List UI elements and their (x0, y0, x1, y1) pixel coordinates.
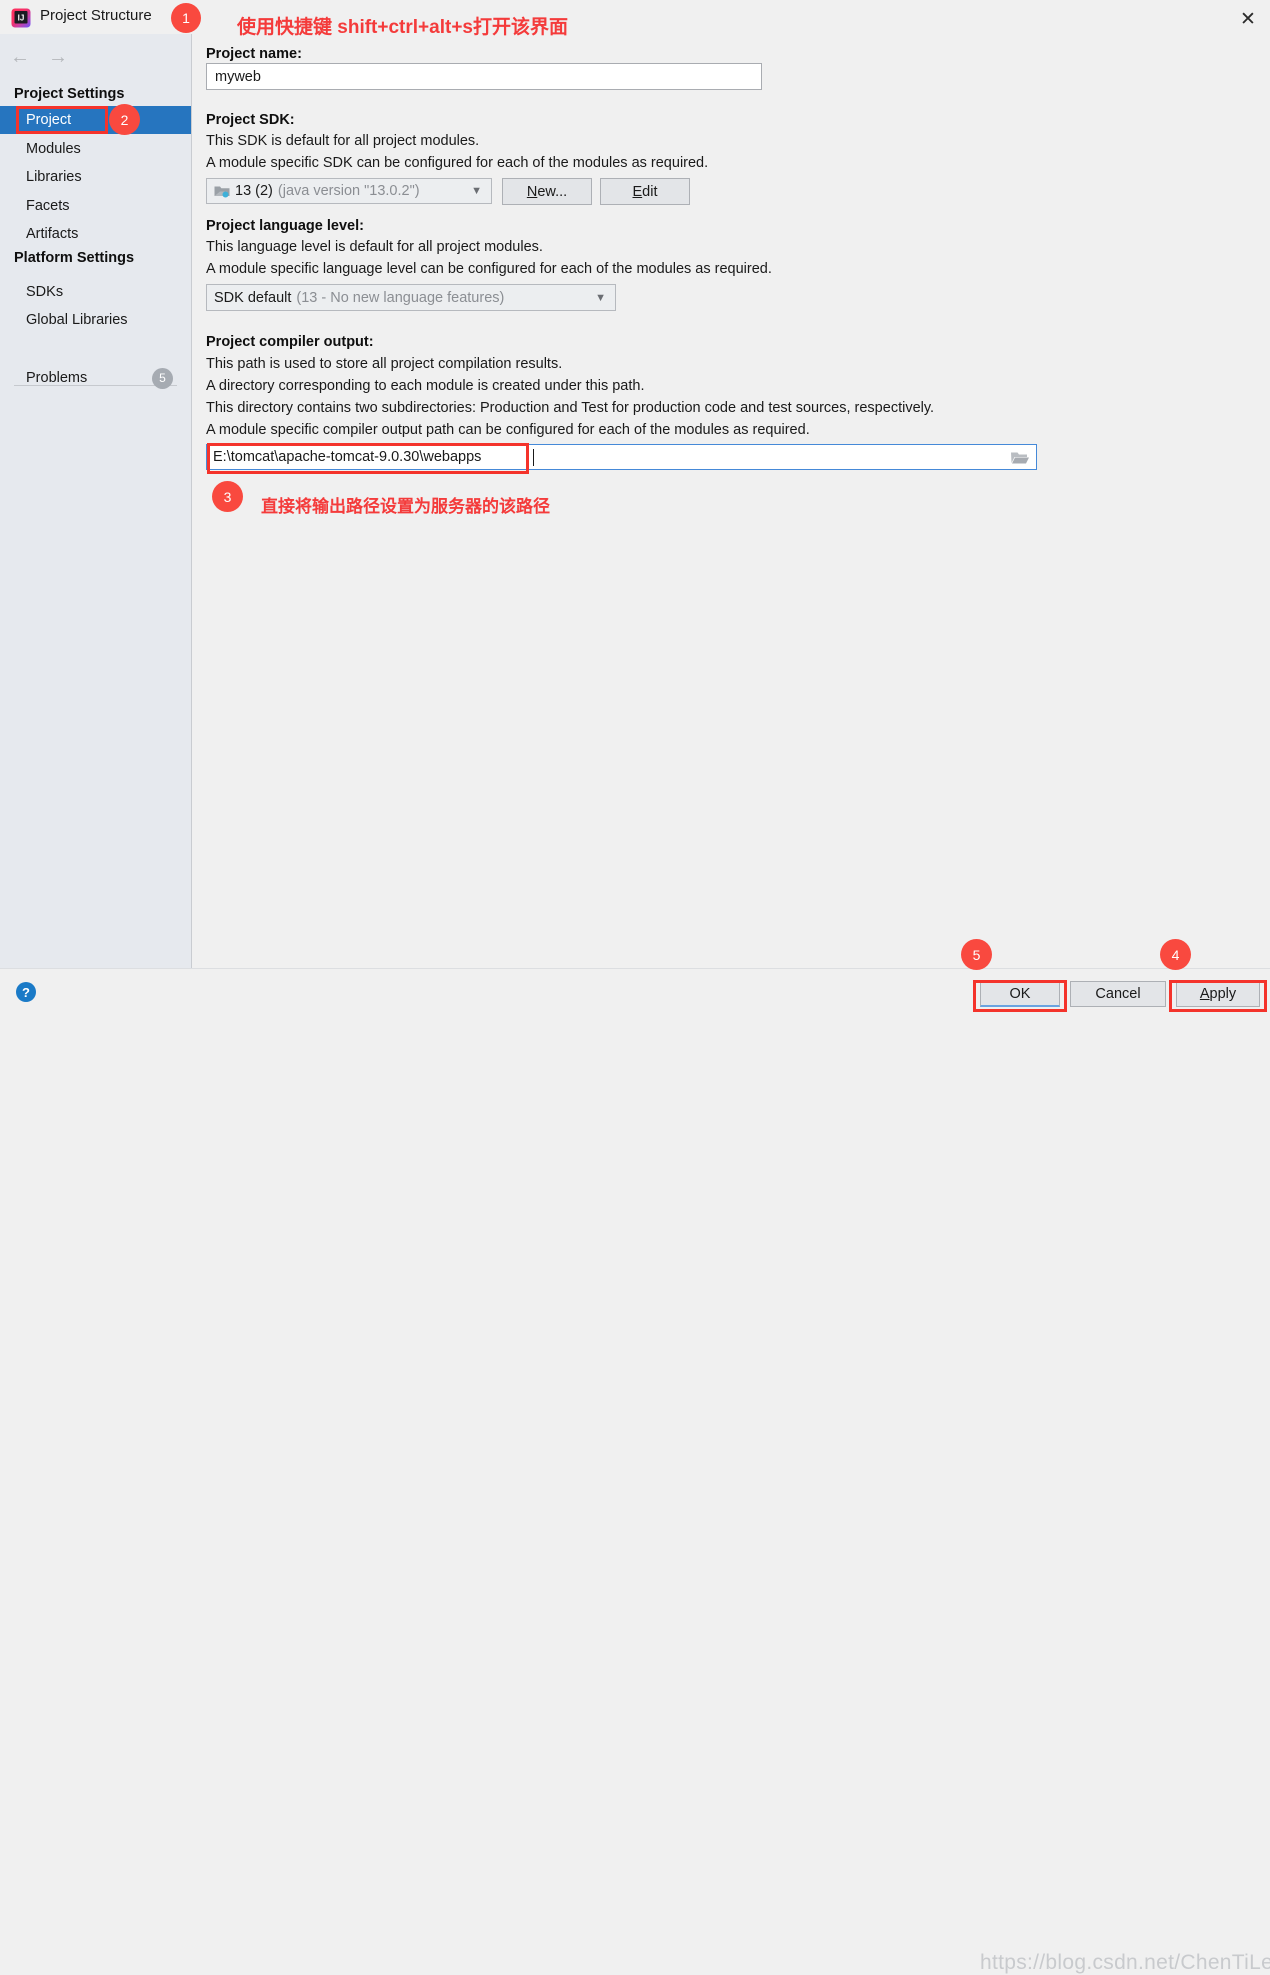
project-sdk-dropdown[interactable]: 13 (2) (java version "13.0.2") ▼ (206, 178, 492, 204)
sidebar-item-label: Facets (26, 198, 70, 214)
project-sdk-desc-1: This SDK is default for all project modu… (206, 133, 480, 149)
sidebar: ← → Project Settings Project Modules Lib… (0, 34, 192, 968)
edit-sdk-button-label: Edit (632, 183, 658, 200)
sidebar-item-label: Project (26, 112, 72, 128)
compiler-output-desc-2: A directory corresponding to each module… (206, 378, 645, 394)
annotation-badge-4: 4 (1160, 939, 1191, 970)
forward-arrow-icon[interactable]: → (48, 47, 68, 67)
back-arrow-icon[interactable]: ← (10, 47, 30, 67)
annotation-badge-2: 2 (109, 104, 140, 135)
navigation-arrows: ← → (10, 44, 90, 70)
annotation-note-shortcut: 使用快捷键 shift+ctrl+alt+s打开该界面 (237, 17, 568, 38)
sidebar-item-label: Libraries (26, 169, 82, 185)
compiler-output-desc-3: This directory contains two subdirectori… (206, 400, 935, 416)
new-sdk-button-label: New... (526, 183, 568, 200)
dialog-footer: ? OK Cancel Apply https://blog.csdn.net/… (0, 968, 1270, 1974)
project-sdk-selected-value: 13 (2) (235, 183, 273, 199)
annotation-note-output-path: 直接将输出路径设置为服务器的该路径 (261, 497, 550, 516)
new-sdk-button[interactable]: New... (502, 178, 592, 205)
ok-button[interactable]: OK (980, 981, 1060, 1007)
chevron-down-icon: ▼ (471, 185, 482, 197)
sidebar-item-label: Modules (26, 141, 81, 157)
sidebar-item-facets[interactable]: Facets (0, 192, 191, 220)
project-sdk-selected-detail: (java version "13.0.2") (277, 183, 420, 199)
sidebar-item-sdks[interactable]: SDKs (0, 278, 191, 306)
compiler-output-path-value: E:\tomcat\apache-tomcat-9.0.30\webapps (213, 449, 482, 465)
apply-button-label: Apply (1199, 986, 1237, 1002)
svg-text:IJ: IJ (18, 14, 25, 23)
problems-count-badge: 5 (152, 367, 173, 389)
project-sdk-desc-2: A module specific SDK can be configured … (206, 155, 709, 171)
cancel-button[interactable]: Cancel (1070, 981, 1166, 1007)
sidebar-item-problems[interactable]: Problems 5 (0, 364, 191, 392)
project-name-input[interactable] (206, 63, 762, 90)
annotation-badge-1: 1 (171, 3, 201, 33)
compiler-output-desc-4: A module specific compiler output path c… (206, 422, 810, 438)
edit-sdk-button[interactable]: Edit (600, 178, 690, 205)
language-level-selected-value: SDK default (214, 289, 292, 306)
annotation-badge-5: 5 (961, 939, 992, 970)
project-sdk-label: Project SDK: (206, 112, 295, 128)
intellij-idea-icon: IJ (11, 8, 31, 28)
compiler-output-desc-1: This path is used to store all project c… (206, 356, 563, 372)
help-question-icon[interactable]: ? (15, 981, 37, 1003)
language-level-desc-1: This language level is default for all p… (206, 239, 543, 255)
sidebar-section-project-settings: Project Settings (14, 86, 125, 102)
language-level-desc-2: A module specific language level can be … (206, 261, 772, 277)
sidebar-item-label: Artifacts (26, 226, 79, 242)
folder-open-icon[interactable] (1010, 450, 1030, 466)
annotation-badge-3: 3 (212, 481, 243, 512)
compiler-output-label: Project compiler output: (206, 334, 374, 350)
sidebar-item-label: Problems (26, 370, 88, 386)
chevron-down-icon: ▼ (595, 291, 606, 304)
sidebar-section-platform-settings: Platform Settings (14, 250, 135, 266)
sidebar-item-label: Global Libraries (26, 312, 128, 328)
sidebar-item-label: SDKs (26, 284, 64, 300)
compiler-output-path-field[interactable]: E:\tomcat\apache-tomcat-9.0.30\webapps (206, 444, 1037, 470)
close-icon[interactable]: ✕ (1228, 6, 1268, 32)
sidebar-item-project[interactable]: Project (0, 106, 191, 134)
window-title: Project Structure (40, 7, 152, 24)
sdk-folder-icon (214, 184, 230, 198)
language-level-selected-detail: (13 - No new language features) (296, 289, 505, 306)
sidebar-item-artifacts[interactable]: Artifacts (0, 220, 191, 248)
sidebar-item-libraries[interactable]: Libraries (0, 163, 191, 191)
sidebar-item-global-libraries[interactable]: Global Libraries (0, 306, 191, 334)
language-level-dropdown[interactable]: SDK default (13 - No new language featur… (206, 284, 616, 311)
apply-button[interactable]: Apply (1176, 981, 1260, 1007)
language-level-label: Project language level: (206, 218, 364, 234)
sidebar-item-modules[interactable]: Modules (0, 135, 191, 163)
text-caret (533, 449, 534, 466)
svg-text:?: ? (22, 985, 30, 1000)
project-name-label: Project name: (206, 46, 302, 62)
watermark-text: https://blog.csdn.net/ChenTiLe66 (980, 1951, 1270, 1974)
